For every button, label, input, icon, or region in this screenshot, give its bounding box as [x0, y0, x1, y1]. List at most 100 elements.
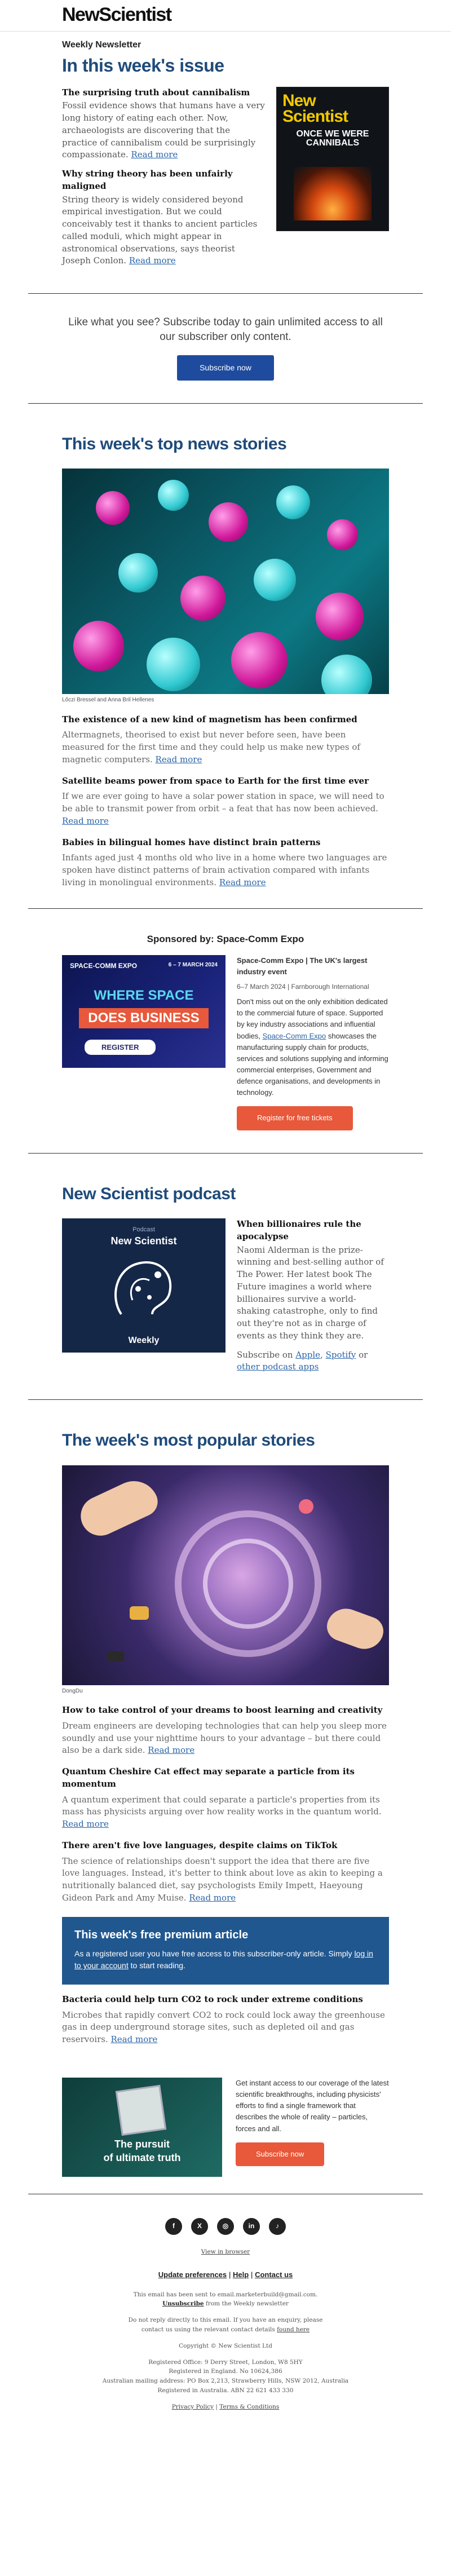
podcast-logo: New Scientist: [110, 1235, 177, 1247]
article-title[interactable]: Why string theory has been unfairly mali…: [62, 168, 265, 193]
floating-object: [299, 1499, 313, 1514]
article-title[interactable]: The surprising truth about cannibalism: [62, 87, 265, 99]
podcast-section-title: New Scientist podcast: [62, 1184, 236, 1203]
found-here-link[interactable]: found here: [277, 2326, 309, 2333]
contact-link[interactable]: Contact us: [255, 2270, 293, 2279]
podcast-subscribe-text: Subscribe on: [237, 1349, 296, 1360]
story-title[interactable]: Satellite beams power from space to Eart…: [62, 775, 389, 788]
view-in-browser-link[interactable]: View in browser: [201, 2248, 250, 2255]
divider: [28, 1152, 423, 1154]
story-text: Dream engineers are developing technolog…: [62, 1720, 387, 1756]
promo-line1: The pursuit: [114, 2138, 170, 2150]
unsubscribe-suffix: from the Weekly newsletter: [204, 2300, 289, 2308]
x-icon[interactable]: X: [191, 2217, 208, 2235]
news-story: Babies in bilingual homes have distinct …: [62, 837, 389, 889]
logo[interactable]: NewScientist: [0, 0, 451, 32]
image-caption: Lőczi Bressel and Anna Bril Hellenes: [62, 697, 154, 704]
facebook-icon[interactable]: f: [165, 2217, 182, 2235]
magnet-sphere: [73, 621, 124, 672]
popular-story: Quantum Cheshire Cat effect may separate…: [62, 1766, 389, 1831]
help-link[interactable]: Help: [233, 2270, 249, 2279]
podcast-subscribe: Subscribe on Apple, Spotify or other pod…: [237, 1349, 389, 1374]
address-line: Registered in Australia. ABN 22 621 433 …: [157, 2387, 294, 2394]
footer-links: Update preferences | Help | Contact us: [158, 2270, 293, 2279]
expo-meta: 6–7 March 2024 | Farnborough Internation…: [237, 982, 369, 991]
popular-story: How to take control of your dreams to bo…: [62, 1704, 389, 1757]
subscribe-button[interactable]: Subscribe now: [177, 355, 274, 381]
article-body: String theory is widely considered beyon…: [62, 194, 265, 268]
read-more-link[interactable]: Read more: [148, 1745, 194, 1755]
magazine-cover[interactable]: New Scientist ONCE WE WERE CANNIBALS: [276, 86, 389, 231]
read-more-link[interactable]: Read more: [111, 2034, 158, 2044]
read-more-link[interactable]: Read more: [219, 877, 266, 887]
story-text: Altermagnets, theorised to exist but nev…: [62, 730, 360, 765]
reply-notice: Do not reply directly to this email. If …: [62, 2316, 389, 2335]
story-title[interactable]: Bacteria could help turn CO2 to rock und…: [62, 1994, 389, 2006]
copyright: Copyright © New Scientist Ltd: [179, 2342, 272, 2349]
read-more-link[interactable]: Read more: [131, 149, 178, 160]
story-body: Infants aged just 4 months old who live …: [62, 852, 389, 889]
expo-dates: 6 – 7 MARCH 2024: [168, 962, 218, 969]
privacy-policy-link[interactable]: Privacy Policy: [172, 2403, 214, 2410]
magnet-sphere: [147, 638, 200, 692]
podcast-title[interactable]: When billionaires rule the apocalypse: [237, 1218, 389, 1243]
podcast-body: Naomi Alderman is the prize-winning and …: [237, 1244, 384, 1341]
popular-story: There aren't five love languages, despit…: [62, 1840, 389, 1905]
read-more-link[interactable]: Read more: [129, 255, 176, 266]
magnetism-image[interactable]: [62, 469, 389, 695]
article-body: Fossil evidence shows that humans have a…: [62, 100, 265, 161]
story-body: Altermagnets, theorised to exist but nev…: [62, 729, 389, 766]
podcast-artwork[interactable]: Podcast New Scientist Weekly: [62, 1218, 226, 1353]
premium-article: Bacteria could help turn CO2 to rock und…: [62, 1994, 389, 2046]
image-caption: DongDu: [62, 1687, 83, 1694]
magnet-sphere: [158, 480, 189, 511]
promo-block: The pursuit of ultimate truth Get instan…: [62, 2077, 389, 2177]
apple-link[interactable]: Apple: [295, 1350, 320, 1360]
dreams-illustration[interactable]: [62, 1465, 389, 1685]
story-text: A quantum experiment that could separate…: [62, 1794, 382, 1817]
promo-image[interactable]: The pursuit of ultimate truth: [62, 2077, 222, 2177]
subscribe-text: Like what you see? Subscribe today to ga…: [68, 316, 383, 343]
expo-link[interactable]: Space-Comm Expo: [263, 1032, 326, 1040]
other-apps-link[interactable]: other podcast apps: [237, 1362, 319, 1372]
promo-subscribe-button[interactable]: Subscribe now: [236, 2142, 325, 2166]
linkedin-icon[interactable]: in: [243, 2217, 260, 2235]
story-body: If we are ever going to have a solar pow…: [62, 790, 389, 827]
instagram-icon[interactable]: ◎: [217, 2217, 234, 2235]
story-title[interactable]: The existence of a new kind of magnetism…: [62, 714, 389, 726]
separator: ,: [320, 1349, 326, 1360]
expo-description: Space-Comm Expo | The UK's largest indus…: [237, 955, 389, 1130]
read-more-link[interactable]: Read more: [62, 816, 109, 826]
newsletter-label: Weekly Newsletter: [62, 40, 142, 50]
promo-book: [115, 2084, 167, 2136]
story-body: The science of relationships doesn't sup…: [62, 1855, 389, 1905]
tiktok-icon[interactable]: ♪: [269, 2217, 286, 2235]
update-preferences-link[interactable]: Update preferences: [158, 2270, 227, 2279]
story-title[interactable]: How to take control of your dreams to bo…: [62, 1704, 389, 1717]
issue-article: The surprising truth about cannibalism F…: [62, 87, 265, 162]
cover-logo: New Scientist: [277, 87, 388, 125]
register-button[interactable]: Register for free tickets: [237, 1106, 353, 1130]
premium-text: to start reading.: [128, 1961, 185, 1970]
story-title[interactable]: There aren't five love languages, despit…: [62, 1840, 389, 1852]
unsubscribe-link[interactable]: Unsubscribe: [162, 2300, 204, 2307]
story-title[interactable]: Quantum Cheshire Cat effect may separate…: [62, 1766, 389, 1791]
issue-title: In this week's issue: [62, 55, 224, 76]
magnet-sphere: [321, 655, 372, 695]
magnet-sphere: [316, 593, 364, 641]
magnet-sphere: [276, 485, 310, 520]
address-line: Registered in England. No 10624,386: [169, 2368, 282, 2375]
terms-link[interactable]: Terms & Conditions: [219, 2403, 279, 2410]
read-more-link[interactable]: Read more: [189, 1893, 236, 1903]
expo-headline-2: DOES BUSINESS: [79, 1008, 209, 1029]
footer: f X ◎ in ♪ View in browser Update prefer…: [62, 2217, 389, 2423]
email-container: NewScientist Weekly Newsletter In this w…: [0, 0, 451, 2423]
story-title[interactable]: Babies in bilingual homes have distinct …: [62, 837, 389, 849]
spotify-link[interactable]: Spotify: [326, 1350, 356, 1360]
podcast-ear-icon: [114, 1261, 172, 1315]
expo-banner-image[interactable]: SPACE-COMM EXPO 6 – 7 MARCH 2024 WHERE S…: [62, 955, 226, 1068]
podcast-block: Podcast New Scientist Weekly When billio…: [62, 1218, 389, 1380]
read-more-link[interactable]: Read more: [62, 1819, 109, 1829]
read-more-link[interactable]: Read more: [156, 754, 202, 765]
address-line: Registered Office: 9 Derry Street, Londo…: [148, 2358, 303, 2366]
